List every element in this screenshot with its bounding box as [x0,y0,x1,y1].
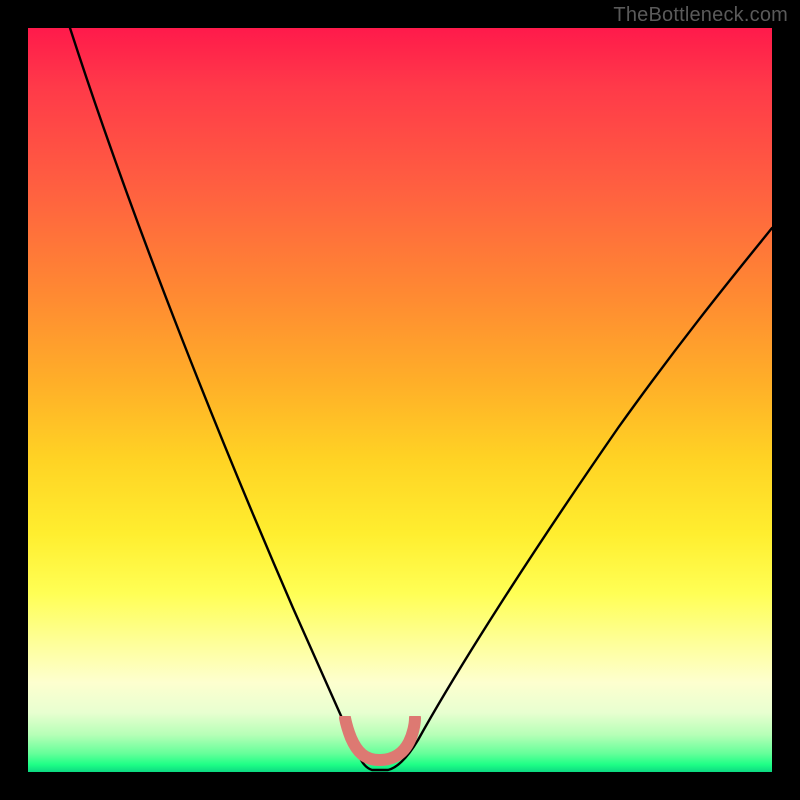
watermark-text: TheBottleneck.com [613,4,788,27]
outer-frame: TheBottleneck.com [0,0,800,800]
bottleneck-curve [28,28,772,772]
plot-area [28,28,772,772]
